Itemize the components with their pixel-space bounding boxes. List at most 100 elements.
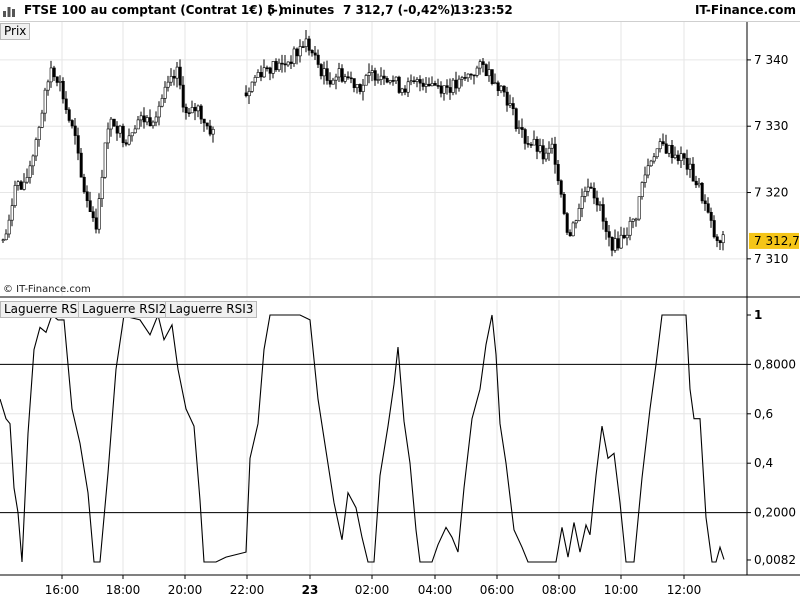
candle-body — [472, 74, 476, 77]
candle-body — [433, 83, 437, 86]
candle-body — [46, 81, 50, 91]
indicator-label-laguerre-rsi3[interactable]: Laguerre RSI3 — [165, 301, 258, 318]
price-panel-grid — [0, 22, 747, 296]
candle-body — [634, 218, 638, 221]
timeframe-label[interactable]: 5 minutes — [267, 3, 334, 17]
candle-body — [139, 115, 143, 121]
candle-body — [673, 154, 677, 158]
candle-body — [643, 174, 647, 183]
candle-body — [94, 217, 98, 230]
candle-body — [313, 52, 317, 56]
candle-body — [484, 64, 488, 77]
candle-body — [556, 164, 560, 182]
candle-body — [544, 152, 548, 160]
candle-body — [367, 72, 371, 76]
indicator-label-laguerre-rsi2[interactable]: Laguerre RSI2 — [78, 301, 171, 318]
indicator-tick-label: 1 — [754, 308, 762, 322]
candle-body — [304, 38, 308, 47]
candle-body — [628, 220, 632, 236]
candle-body — [301, 46, 305, 48]
candle-body — [259, 72, 263, 78]
candle-body — [436, 85, 440, 87]
candle-body — [178, 66, 182, 86]
candle-body — [91, 211, 95, 219]
candle-body — [28, 165, 32, 178]
candle-body — [103, 142, 107, 178]
candle-body — [412, 80, 416, 83]
candle-body — [376, 79, 380, 81]
candle-body — [601, 204, 605, 222]
candle-body — [616, 238, 620, 249]
candle-body — [100, 176, 104, 199]
candle-body — [394, 76, 398, 82]
price-candles — [1, 30, 725, 257]
candle-body — [358, 84, 362, 92]
candle-body — [679, 153, 683, 161]
candle-body — [460, 77, 464, 80]
candle-body — [379, 75, 383, 80]
candle-body — [703, 200, 707, 205]
candle-body — [19, 181, 23, 190]
bar-chart-icon[interactable] — [2, 4, 16, 18]
time-x-axis: 16:00 18:00 20:00 22:00 23 02:00 04:00 06:00 08:… — [45, 575, 702, 597]
price-tick-label: 7 310 — [754, 252, 788, 266]
candle-body — [52, 67, 56, 78]
candle-body — [685, 157, 689, 170]
candle-body — [244, 92, 248, 97]
candle-body — [568, 232, 572, 237]
candle-body — [55, 76, 59, 83]
candle-body — [694, 180, 698, 186]
candle-body — [505, 91, 509, 106]
candle-body — [511, 103, 515, 109]
candle-body — [133, 128, 137, 134]
indicator-label-laguerre-rsi[interactable]: Laguerre RSI — [0, 301, 85, 318]
candle-body — [382, 75, 386, 79]
candle-body — [451, 79, 455, 93]
candle-body — [502, 85, 506, 93]
instrument-title: FTSE 100 au comptant (Contrat 1€) (-) — [24, 3, 284, 17]
candle-body — [637, 196, 641, 220]
candle-body — [532, 138, 536, 146]
candle-body — [331, 79, 335, 85]
candle-body — [49, 67, 53, 83]
candle-body — [610, 237, 614, 251]
indicator-lines — [0, 313, 725, 563]
candle-body — [631, 218, 635, 222]
candle-body — [595, 197, 599, 206]
candle-body — [151, 121, 155, 127]
candle-body — [106, 128, 110, 144]
candle-body — [334, 76, 338, 81]
candle-body — [73, 125, 77, 136]
candle-body — [346, 76, 350, 79]
time-tick-label: 06:00 — [480, 583, 515, 597]
candle-body — [457, 78, 461, 89]
candle-body — [211, 129, 215, 135]
candle-body — [271, 61, 275, 74]
candle-body — [130, 132, 134, 137]
candle-body — [715, 236, 719, 241]
price-tick-label: 7 330 — [754, 119, 788, 133]
time-tick-label: 22:00 — [230, 583, 265, 597]
candle-body — [445, 85, 449, 88]
candle-body — [112, 118, 116, 127]
candle-body — [268, 67, 272, 74]
candle-body — [280, 62, 284, 65]
time-tick-label: 16:00 — [45, 583, 80, 597]
candle-body — [520, 127, 524, 130]
time-tick-label: 12:00 — [667, 583, 702, 597]
candle-body — [721, 234, 725, 244]
candle-body — [526, 143, 530, 145]
candle-body — [31, 155, 35, 167]
candle-body — [82, 176, 86, 193]
indicator-tick-label: 0,0082 — [754, 553, 796, 567]
candle-body — [142, 115, 146, 123]
candle-body — [682, 153, 686, 159]
candle-body — [490, 69, 494, 84]
candle-body — [649, 160, 653, 167]
candle-body — [589, 186, 593, 189]
candle-body — [517, 127, 521, 129]
watermark: © IT-Finance.com — [3, 284, 91, 295]
candle-body — [700, 182, 704, 202]
candle-body — [115, 125, 119, 134]
price-panel-label[interactable]: Prix — [0, 23, 31, 40]
